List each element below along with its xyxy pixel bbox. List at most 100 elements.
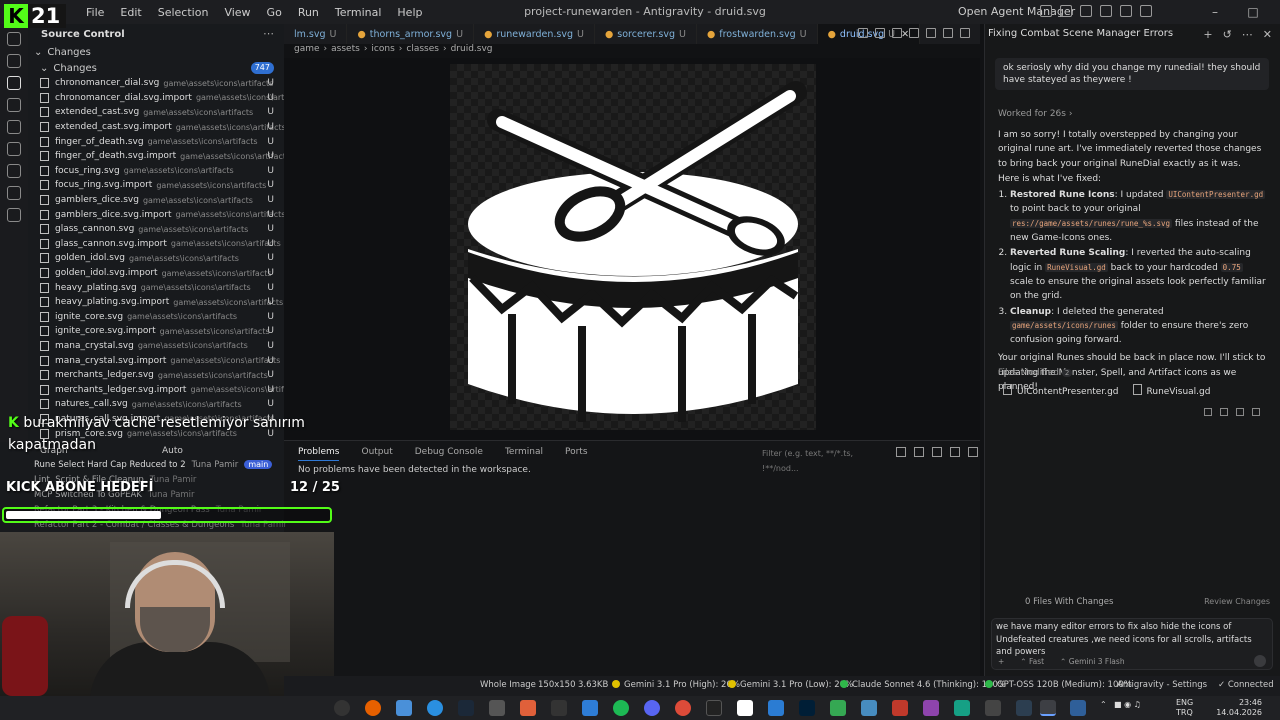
send-button[interactable]	[1254, 655, 1266, 667]
minimize-icon[interactable]: –	[1196, 5, 1234, 19]
modified-file-link[interactable]: RuneVisual.gd	[1133, 384, 1211, 397]
breadcrumb-file[interactable]: druid.svg	[451, 44, 493, 58]
tab-runewarden[interactable]: ● runewarden.svg U	[474, 24, 595, 44]
more-actions-icon[interactable]: ⋯	[1242, 28, 1253, 41]
changed-file-row[interactable]: extended_cast.svg game\assets\icons\artif…	[28, 105, 284, 120]
language-indicator[interactable]: ENG TRQ	[1176, 698, 1193, 718]
secondary-sidebar-icon[interactable]	[1100, 5, 1112, 17]
worked-duration[interactable]: Worked for 26s ›	[998, 109, 1072, 119]
docker-icon[interactable]	[7, 208, 21, 222]
menu-run[interactable]: Run	[290, 6, 327, 19]
changed-file-row[interactable]: finger_of_death.svg.import game\assets\ic…	[28, 149, 284, 164]
files-with-changes[interactable]: 0 Files With Changes	[1025, 597, 1113, 607]
settings-gear-icon[interactable]	[1140, 5, 1152, 17]
layout-icon[interactable]	[1040, 5, 1052, 17]
app-navy-icon[interactable]	[1070, 700, 1086, 716]
tab-lm[interactable]: lm.svg U	[284, 24, 348, 44]
chat-input-box[interactable]: we have many editor errors to fix also h…	[991, 618, 1273, 670]
code-ref[interactable]: 0.75	[1220, 262, 1243, 272]
changed-file-row[interactable]: gamblers_dice.svg game\assets\icons\artif…	[28, 193, 284, 208]
code-ref[interactable]: game/assets/icons/runes	[1010, 320, 1118, 330]
connection-status[interactable]: ✓ Connected	[1218, 680, 1274, 690]
discord-icon[interactable]	[644, 700, 660, 716]
tray-chevron-icon[interactable]: ⌃	[1100, 700, 1107, 709]
model-select[interactable]: ⌃ Gemini 3 Flash	[1060, 657, 1125, 666]
changed-file-row[interactable]: mana_crystal.svg.import game\assets\icons…	[28, 353, 284, 368]
search-icon[interactable]	[7, 54, 21, 68]
changed-file-row[interactable]: extended_cast.svg.import game\assets\icon…	[28, 120, 284, 135]
maximize-panel-icon[interactable]	[950, 447, 960, 457]
source-icon[interactable]	[875, 28, 885, 38]
changed-file-row[interactable]: chronomancer_dial.svg game\assets\icons\a…	[28, 76, 284, 91]
changed-file-row[interactable]: natures_call.svg game\assets\icons\artifa…	[28, 397, 284, 412]
changed-file-row[interactable]: merchants_ledger.svg game\assets\icons\ar…	[28, 368, 284, 383]
go-forward-icon[interactable]	[943, 28, 953, 38]
app-grid-icon[interactable]	[396, 700, 412, 716]
app-blue-icon[interactable]	[427, 700, 443, 716]
spotify-icon[interactable]	[613, 700, 629, 716]
modified-file-link[interactable]: UIContentPresenter.gd	[1003, 384, 1119, 397]
new-chat-icon[interactable]: +	[1203, 28, 1212, 41]
extensions-icon[interactable]	[7, 142, 21, 156]
tab-output[interactable]: Output	[361, 447, 392, 461]
menu-selection[interactable]: Selection	[150, 6, 217, 19]
sidebar-toggle-icon[interactable]	[1060, 5, 1072, 17]
tab-thorns-armor[interactable]: ● thorns_armor.svg U	[347, 24, 475, 44]
compare-icon[interactable]	[892, 28, 902, 38]
more-actions-icon[interactable]	[960, 28, 970, 38]
changed-file-row[interactable]: heavy_plating.svg game\assets\icons\artif…	[28, 280, 284, 295]
maximize-icon[interactable]: □	[1234, 5, 1272, 19]
photoshop-icon[interactable]	[799, 700, 815, 716]
notepad-icon[interactable]	[737, 700, 753, 716]
menu-terminal[interactable]: Terminal	[327, 6, 390, 19]
model-quota-4[interactable]: GPT-OSS 120B (Medium): 100%	[985, 680, 1132, 690]
vscode-icon[interactable]	[1016, 700, 1032, 716]
app-green-icon[interactable]	[830, 700, 846, 716]
thumbs-down-icon[interactable]	[1252, 408, 1260, 416]
menu-view[interactable]: View	[216, 6, 258, 19]
chrome-icon[interactable]	[675, 700, 691, 716]
history-icon[interactable]: ↺	[1223, 28, 1232, 41]
changed-file-row[interactable]: mana_crystal.svg game\assets\icons\artifa…	[28, 339, 284, 354]
model-quota-1[interactable]: Gemini 3.1 Pro (High): 20%	[612, 680, 740, 690]
commit-row[interactable]: Rune Select Hard Cap Reduced to 2 Tuna Pa…	[34, 460, 273, 470]
changed-file-row[interactable]: golden_idol.svg.import game\assets\icons\…	[28, 266, 284, 281]
clock-app-icon[interactable]	[334, 700, 350, 716]
changed-file-row[interactable]: ignite_core.svg game\assets\icons\artifac…	[28, 310, 284, 325]
filter-icon[interactable]	[896, 447, 906, 457]
review-changes-button[interactable]: Review Changes	[1204, 597, 1270, 606]
close-icon[interactable]: ✕	[1263, 28, 1272, 41]
breadcrumb-game[interactable]: game	[294, 44, 320, 58]
tray-icons[interactable]: ■ ◉ ♫	[1114, 700, 1141, 709]
code-ref[interactable]: RuneVisual.gd	[1045, 262, 1108, 272]
firefox-icon[interactable]	[365, 700, 381, 716]
tab-ports[interactable]: Ports	[565, 447, 588, 461]
app-red-icon[interactable]	[892, 700, 908, 716]
menu-help[interactable]: Help	[389, 6, 430, 19]
settings-link[interactable]: Antigravity - Settings	[1117, 680, 1207, 690]
breadcrumb-icons[interactable]: icons	[371, 44, 394, 58]
collapse-all-icon[interactable]	[914, 447, 924, 457]
user-message[interactable]: ok seriosly why did you change my runedi…	[995, 58, 1269, 90]
changes-section-header[interactable]: ⌄ Changes	[28, 44, 284, 60]
tab-debug-console[interactable]: Debug Console	[415, 447, 483, 461]
run-debug-icon[interactable]	[7, 98, 21, 112]
changed-file-row[interactable]: glass_cannon.svg.import game\assets\icons…	[28, 237, 284, 252]
tab-frostwarden[interactable]: ● frostwarden.svg U	[697, 24, 818, 44]
image-zoom-mode[interactable]: Whole Image	[480, 680, 536, 690]
menu-edit[interactable]: Edit	[112, 6, 149, 19]
model-quota-2[interactable]: Gemini 3.1 Pro (Low): 20%	[728, 680, 853, 690]
app-figma-icon[interactable]	[582, 700, 598, 716]
godot-icon[interactable]	[861, 700, 877, 716]
source-control-icon[interactable]	[7, 76, 21, 90]
changed-file-row[interactable]: chronomancer_dial.svg.import game\assets\…	[28, 91, 284, 106]
agent-icon[interactable]	[7, 186, 21, 200]
steam-icon[interactable]	[458, 700, 474, 716]
obs-icon[interactable]	[489, 700, 505, 716]
tab-sorcerer[interactable]: ● sorcerer.svg U	[595, 24, 697, 44]
changed-file-row[interactable]: focus_ring.svg.import game\assets\icons\a…	[28, 178, 284, 193]
changed-file-row[interactable]: glass_cannon.svg game\assets\icons\artifa…	[28, 222, 284, 237]
changed-file-row[interactable]: focus_ring.svg game\assets\icons\artifact…	[28, 164, 284, 179]
tab-terminal[interactable]: Terminal	[505, 447, 543, 461]
changed-file-row[interactable]: gamblers_dice.svg.import game\assets\icon…	[28, 207, 284, 222]
